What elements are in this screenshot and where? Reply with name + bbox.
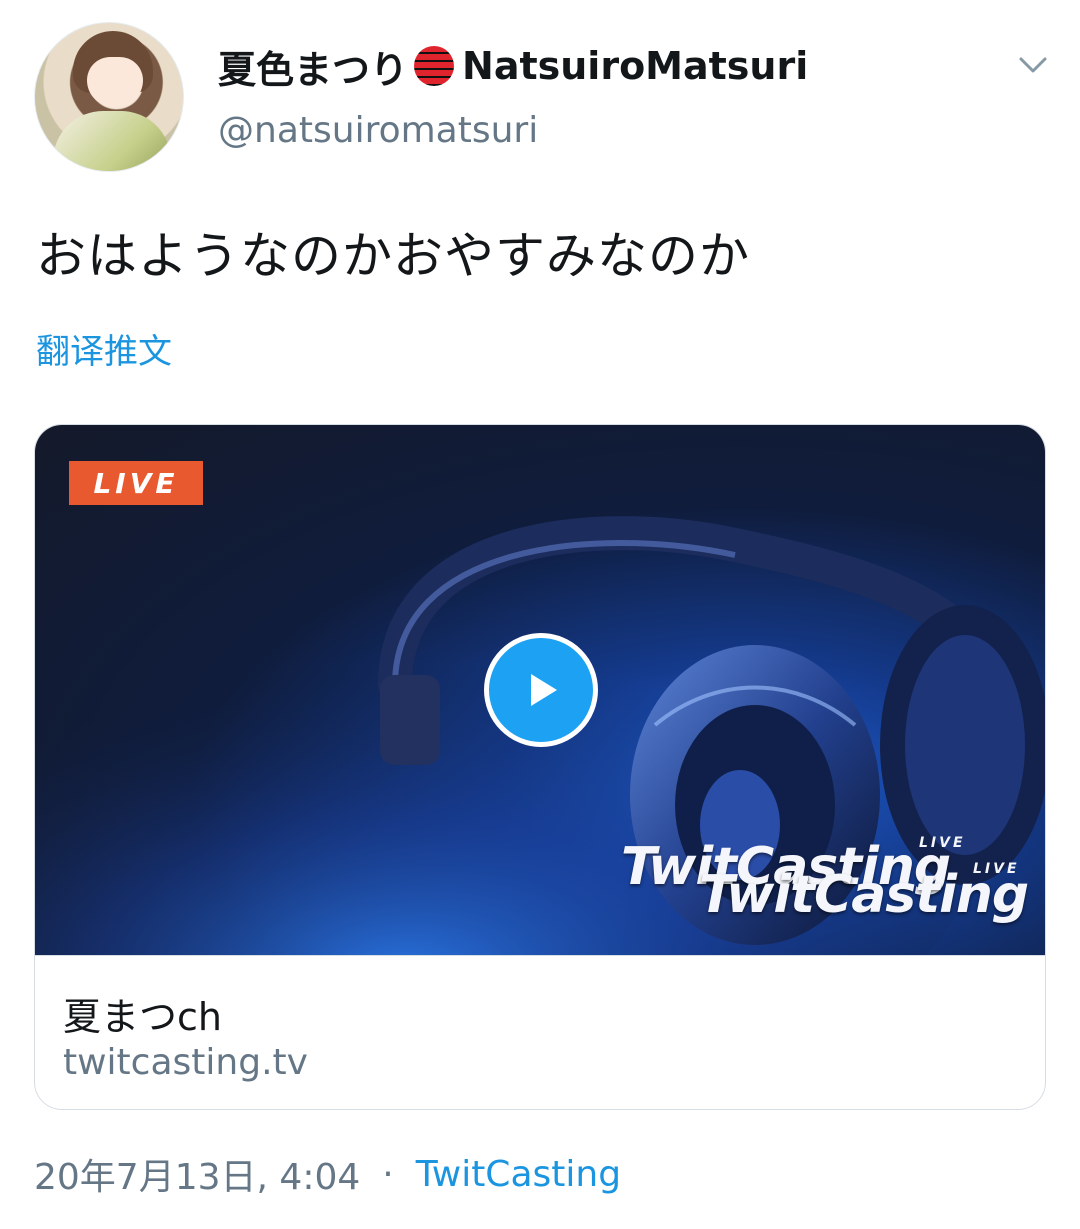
avatar-face xyxy=(87,57,143,107)
card-domain: twitcasting.tv xyxy=(63,1042,308,1083)
tweet-meta: 20年7月13日, 4:04 · TwitCasting xyxy=(34,1148,621,1200)
avatar-outfit xyxy=(53,111,171,171)
card-title: 夏まつch xyxy=(63,995,222,1039)
red-lantern-icon xyxy=(414,46,455,86)
tweet-text: おはようなのかおやすみなのか xyxy=(36,227,750,285)
live-badge: LIVE xyxy=(69,461,203,505)
translate-tweet-link[interactable]: 翻译推文 xyxy=(36,324,172,373)
author-handle[interactable]: @natsuiromatsuri xyxy=(218,110,538,151)
card-media[interactable]: LIVE TwitCasting LIVE TwitCasting LIVE xyxy=(35,425,1045,955)
card-info[interactable]: 夏まつch twitcasting.tv xyxy=(35,955,1045,1109)
link-card[interactable]: LIVE TwitCasting LIVE TwitCasting LIVE 夏… xyxy=(34,424,1046,1110)
display-name-jp: 夏色まつり xyxy=(218,47,409,92)
avatar[interactable] xyxy=(34,22,184,172)
author-display-name[interactable]: 夏色まつり NatsuiroMatsuri xyxy=(218,38,808,94)
meta-separator: · xyxy=(382,1153,394,1195)
play-icon xyxy=(531,674,557,706)
tweet-source-link[interactable]: TwitCasting xyxy=(416,1154,621,1195)
twitcasting-watermark-live-shadow: LIVE xyxy=(973,861,1020,877)
twitcasting-watermark-live: LIVE xyxy=(919,835,966,851)
display-name-latin: NatsuiroMatsuri xyxy=(462,44,809,88)
tweet-timestamp[interactable]: 20年7月13日, 4:04 xyxy=(34,1148,360,1200)
play-button[interactable] xyxy=(484,633,598,747)
chevron-down-icon[interactable] xyxy=(1016,48,1050,82)
